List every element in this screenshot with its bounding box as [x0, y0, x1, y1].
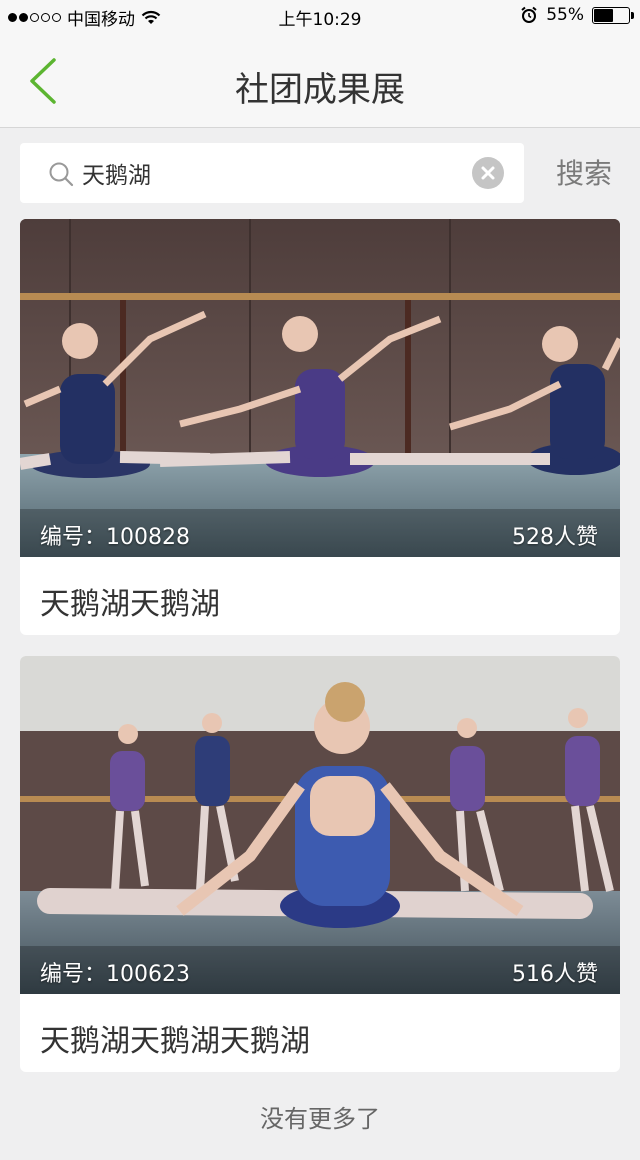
result-card[interactable]: 编号：100828 528人赞 天鹅湖天鹅湖	[20, 219, 620, 635]
search-button[interactable]: 搜索	[548, 152, 620, 192]
ballet-photo	[20, 656, 620, 994]
no-more-label: 没有更多了	[260, 1105, 380, 1133]
result-title: 天鹅湖天鹅湖	[40, 587, 220, 622]
result-likes: 528人赞	[512, 525, 598, 550]
battery-icon	[592, 6, 634, 24]
status-bar: 中国移动 上午10:29 55%	[0, 0, 640, 32]
result-image[interactable]: 编号：100623 516人赞	[20, 656, 620, 994]
result-image[interactable]: 编号：100828 528人赞	[20, 219, 620, 557]
result-id: 编号：100828	[40, 525, 190, 550]
nav-bar: 社团成果展	[0, 32, 640, 128]
search-icon	[49, 162, 74, 187]
battery-percent: 55%	[546, 5, 584, 25]
result-title: 天鹅湖天鹅湖天鹅湖	[40, 1024, 310, 1059]
search-box[interactable]	[20, 143, 524, 203]
result-likes: 516人赞	[512, 962, 598, 987]
page-title: 社团成果展	[235, 70, 405, 110]
status-right: 55%	[520, 5, 634, 25]
alarm-icon	[521, 6, 537, 23]
search-input[interactable]	[82, 155, 462, 191]
ballet-photo	[20, 219, 620, 557]
result-card[interactable]: 编号：100623 516人赞 天鹅湖天鹅湖天鹅湖	[20, 656, 620, 1072]
clear-icon[interactable]	[472, 157, 504, 189]
result-id: 编号：100623	[40, 962, 190, 987]
battery-fill	[594, 8, 613, 22]
close-icon	[481, 166, 495, 180]
